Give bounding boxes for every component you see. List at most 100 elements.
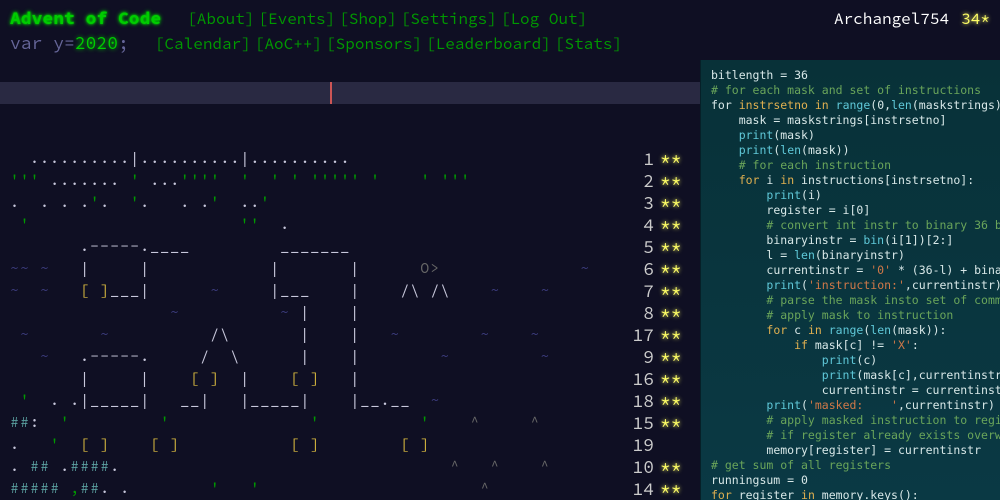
calendar-day-17[interactable]: ~ ~ /\ | | ~ ~ ~ 17 ** [10, 324, 700, 346]
code-line: register = i[0] [711, 203, 994, 218]
nav-link-settings[interactable]: [Settings] [401, 9, 497, 29]
ascii-art: . . . .'. '. . .' ..' [10, 192, 624, 214]
day-number: 4 [624, 214, 654, 236]
code-line: for c in range(len(mask)): [711, 323, 994, 338]
day-stars: ** [660, 478, 688, 500]
day-stars: ** [660, 236, 688, 258]
day-number: 17 [624, 324, 654, 346]
calendar-day-6[interactable]: ~~ ~ | | | | O> ~ 6 ** [10, 258, 700, 280]
ascii-art: ~ ~ | | [10, 302, 624, 324]
calendar-day-7[interactable]: ~ ~ [ ]___| ~ |___ | /\ /\ ~ ~ 7 ** [10, 280, 700, 302]
day-stars: ** [660, 192, 688, 214]
ascii-art: . ' [ ] [ ] [ ] [ ] [10, 434, 624, 456]
day-number: 18 [624, 390, 654, 412]
code-line: if mask[c] != 'X': [711, 338, 994, 353]
ascii-art: ##### ,##. . ' ' ^ [10, 478, 624, 500]
day-number: 6 [624, 258, 654, 280]
year-subtitle: var y=2020; [10, 31, 129, 54]
code-line: print('masked: ',currentinstr) [711, 398, 994, 413]
nav-link-aoc[interactable]: [AoC++] [255, 34, 322, 54]
calendar-day-8[interactable]: ~ ~ | | 8** [10, 302, 700, 324]
nav-link-events[interactable]: [Events] [258, 9, 335, 29]
code-line: binaryinstr = bin(i[1])[2:] [711, 233, 994, 248]
nav-link-leaderboard[interactable]: [Leaderboard] [426, 34, 551, 54]
code-line: print('instruction:',currentinstr) [711, 278, 994, 293]
ascii-art: ..........|..........|.......... [10, 148, 624, 170]
day-number: 7 [624, 280, 654, 302]
nav-primary: [About] [Events] [Shop] [Settings] [Log … [187, 9, 587, 29]
ascii-art: | | [ ] | [ ] | [10, 368, 624, 390]
code-line: bitlength = 36 [711, 68, 994, 83]
calendar-day-18[interactable]: ' . .|_____| __| |_____| |__.__ ~ 18** [10, 390, 700, 412]
ascii-art: ~ ~ /\ | | ~ ~ ~ [10, 324, 624, 346]
code-line: # apply masked instruction to register [711, 413, 994, 428]
day-stars: ** [660, 412, 688, 434]
code-line: print(i) [711, 188, 994, 203]
nav-link-sponsors[interactable]: [Sponsors] [326, 34, 422, 54]
ascii-art: . ## .####. ^ ^ ^ [10, 456, 624, 478]
calendar-day-4[interactable]: ' '' . 4 ** [10, 214, 700, 236]
ascii-art: ''' ....... ' ...'''' ' ' ' ''''' ' ' ''… [10, 170, 624, 192]
day-number: 3 [624, 192, 654, 214]
calendar-day-1[interactable]: ..........|..........|.......... 1 ** [10, 148, 700, 170]
code-line: # parse the mask insto set of commands [711, 293, 994, 308]
code-line: # if register already exists overwrite i… [711, 428, 994, 443]
site-logo[interactable]: Advent of Code [10, 6, 161, 29]
ascii-art: ' . .|_____| __| |_____| |__.__ ~ [10, 390, 624, 412]
day-stars: ** [660, 148, 688, 170]
day-stars: ** [660, 302, 688, 324]
day-stars: ** [660, 258, 688, 280]
code-line: mask = maskstrings[instrsetno] [711, 113, 994, 128]
nav-link-log-out[interactable]: [Log Out] [501, 9, 587, 29]
code-line: # for each mask and set of instructions [711, 83, 994, 98]
code-line: l = len(binaryinstr) [711, 248, 994, 263]
main: ..........|..........|.......... 1 ** ''' … [0, 60, 1000, 500]
code-line: # get sum of all registers [711, 458, 994, 473]
calendar-day-15[interactable]: ##: ' ' ' ' ^ ^ 15** [10, 412, 700, 434]
code-line: print(len(mask)) [711, 143, 994, 158]
day-stars: ** [660, 324, 688, 346]
day-number: 16 [624, 368, 654, 390]
nav-secondary: [Calendar] [AoC++] [Sponsors] [Leaderboa… [155, 34, 622, 54]
code-line: memory[register] = currentinstr [711, 443, 994, 458]
nav-link-calendar[interactable]: [Calendar] [155, 34, 251, 54]
day-number: 1 [624, 148, 654, 170]
day-number: 10 [624, 456, 654, 478]
code-line: print(mask) [711, 128, 994, 143]
day-number: 5 [624, 236, 654, 258]
calendar-day-19[interactable]: . ' [ ] [ ] [ ] [ ] 19 [10, 434, 700, 456]
day-stars: ** [660, 368, 688, 390]
username[interactable]: Archangel754 [834, 9, 949, 29]
day-stars: ** [660, 170, 688, 192]
ascii-art: ' '' . [10, 214, 624, 236]
day-number: 9 [624, 346, 654, 368]
ascii-art: ~ ~ [ ]___| ~ |___ | /\ /\ ~ ~ [10, 280, 624, 302]
code-line: currentinstr = '0' * (36-l) + binaryins [711, 263, 994, 278]
code-line: # apply mask to instruction [711, 308, 994, 323]
day-number: 2 [624, 170, 654, 192]
calendar-day-10[interactable]: . ## .####. ^ ^ ^ 10** [10, 456, 700, 478]
ascii-art: ~~ ~ | | | | O> ~ [10, 258, 624, 280]
code-panel: bitlength = 36# for each mask and set of… [700, 60, 1000, 500]
calendar: ..........|..........|.......... 1 ** ''' … [0, 60, 700, 500]
nav-link-shop[interactable]: [Shop] [339, 9, 397, 29]
cursor-marker [330, 82, 332, 104]
code-line: for i in instructions[instrsetno]: [711, 173, 994, 188]
calendar-day-2[interactable]: ''' ....... ' ...'''' ' ' ' ''''' ' ' ''… [10, 170, 700, 192]
calendar-day-3[interactable]: . . . .'. '. . .' ..' 3 ** [10, 192, 700, 214]
nav-link-stats[interactable]: [Stats] [555, 34, 622, 54]
calendar-day-14[interactable]: ##### ,##. . ' ' ^ 14** [10, 478, 700, 500]
calendar-day-5[interactable]: .-----.____ _______ 5** [10, 236, 700, 258]
calendar-day-16[interactable]: | | [ ] | [ ] | 16 ** [10, 368, 700, 390]
day-stars: ** [660, 280, 688, 302]
code-line: runningsum = 0 [711, 473, 994, 488]
star-count: 34* [961, 9, 990, 29]
ascii-art: ~ .-----. / \ | | ~ ~ [10, 346, 624, 368]
code-line: currentinstr = currentinstr[:c] [711, 383, 994, 398]
calendar-day-9[interactable]: ~ .-----. / \ | | ~ ~ 9** [10, 346, 700, 368]
code-line: # for each instruction [711, 158, 994, 173]
day-number: 19 [624, 434, 654, 456]
day-stars: ** [660, 214, 688, 236]
code-line: print(mask[c],currentinstr[c]) [711, 368, 994, 383]
nav-link-about[interactable]: [About] [187, 9, 254, 29]
